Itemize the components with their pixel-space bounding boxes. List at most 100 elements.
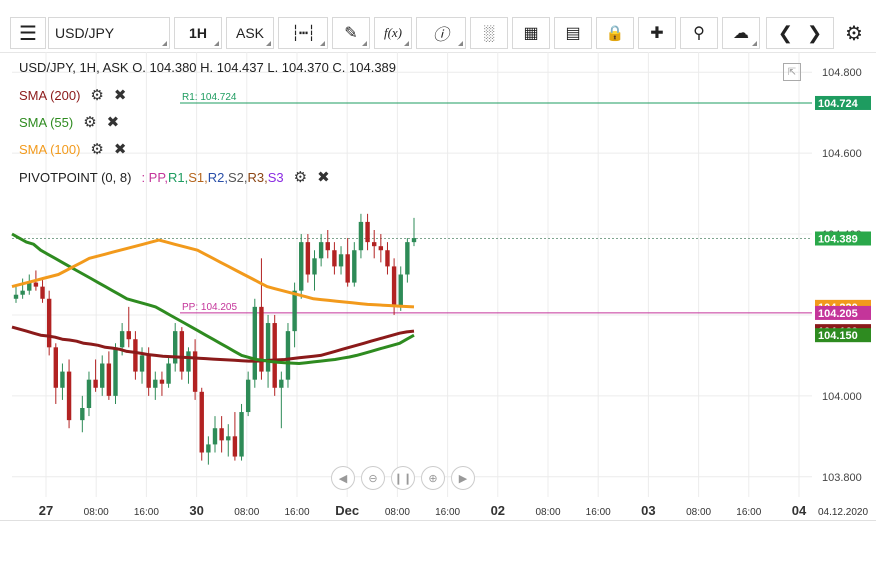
candle-body bbox=[372, 242, 377, 247]
pivot-legend-pp: : PP, bbox=[141, 169, 168, 185]
x-end-date-label: 04.12.2020 bbox=[818, 507, 868, 518]
pivot-legend-r3: R3, bbox=[247, 169, 268, 185]
x-tick-label: 16:00 bbox=[284, 507, 309, 518]
close-icon[interactable]: ✖ bbox=[114, 140, 127, 158]
x-tick-label: 08:00 bbox=[234, 507, 259, 518]
gear-icon[interactable]: ⚙ bbox=[83, 113, 96, 131]
x-tick-label: 08:00 bbox=[535, 507, 560, 518]
indicator-sma55[interactable]: SMA (55) ⚙ ✖ bbox=[19, 113, 119, 131]
candle-body bbox=[378, 246, 384, 251]
y-tick-label: 104.800 bbox=[822, 67, 862, 79]
candle-body bbox=[173, 331, 178, 364]
x-tick-label: 03 bbox=[641, 503, 655, 518]
close-icon[interactable]: ✖ bbox=[107, 113, 120, 131]
x-tick-label: 16:00 bbox=[586, 507, 611, 518]
candle-body bbox=[139, 355, 145, 372]
pivot-level-label: R1: 104.724 bbox=[182, 92, 237, 103]
candle-body bbox=[252, 306, 257, 380]
candle-body bbox=[391, 266, 397, 307]
x-tick-label: 04 bbox=[792, 503, 807, 518]
candle-body bbox=[285, 331, 291, 380]
indicator-label: SMA (55) bbox=[19, 114, 74, 130]
candle-body bbox=[385, 250, 390, 267]
x-tick-label: 16:00 bbox=[435, 507, 460, 518]
zoom-in-button[interactable]: ⊕ bbox=[421, 466, 445, 490]
candle-body bbox=[113, 347, 118, 396]
candle-body bbox=[159, 379, 165, 384]
candle-body bbox=[179, 331, 185, 372]
candle-body bbox=[206, 444, 211, 453]
candle-body bbox=[279, 379, 284, 388]
y-tick-label: 104.000 bbox=[822, 391, 862, 403]
x-tick-label: 16:00 bbox=[134, 507, 159, 518]
candle-body bbox=[93, 379, 98, 388]
candle-body bbox=[411, 238, 417, 243]
expand-icon[interactable]: ⇱ bbox=[783, 63, 801, 81]
candle-body bbox=[325, 242, 330, 251]
price-badge-label: 104.724 bbox=[818, 98, 859, 110]
candle-body bbox=[292, 290, 297, 332]
candle-body bbox=[106, 363, 112, 396]
candle-body bbox=[398, 274, 403, 307]
x-tick-label: 30 bbox=[189, 503, 203, 518]
candle-body bbox=[345, 254, 350, 283]
candle-body bbox=[146, 355, 151, 388]
candle-body bbox=[219, 428, 224, 441]
ohlc-readout: USD/JPY, 1H, ASK O. 104.380 H. 104.437 L… bbox=[19, 60, 397, 75]
candle-body bbox=[226, 436, 231, 441]
price-badge-label: 104.205 bbox=[818, 308, 858, 320]
chart-navigation: ◀ ⊖ ❙❙ ⊕ ▶ bbox=[331, 466, 475, 490]
candle-body bbox=[126, 331, 131, 340]
pivot-legend-r1: R1, bbox=[167, 169, 189, 185]
close-icon[interactable]: ✖ bbox=[317, 168, 330, 186]
x-tick-label: 08:00 bbox=[84, 507, 109, 518]
pivot-legend-s3: S3 bbox=[267, 169, 284, 185]
candle-body bbox=[265, 323, 271, 372]
candle-body bbox=[60, 371, 65, 388]
pivot-legend-r2: R2, bbox=[207, 169, 228, 185]
x-tick-label: 16:00 bbox=[736, 507, 761, 518]
candle-body bbox=[166, 363, 171, 384]
candle-body bbox=[299, 242, 304, 291]
zoom-out-button[interactable]: ⊖ bbox=[361, 466, 385, 490]
candle-body bbox=[86, 379, 92, 408]
y-tick-label: 104.600 bbox=[822, 148, 862, 160]
indicator-sma200[interactable]: SMA (200) ⚙ ✖ bbox=[19, 86, 126, 104]
candle-body bbox=[119, 331, 125, 348]
reset-view-button[interactable]: ❙❙ bbox=[391, 466, 415, 490]
candle-body bbox=[212, 428, 218, 445]
candle-body bbox=[365, 221, 370, 243]
indicator-sma100[interactable]: SMA (100) ⚙ ✖ bbox=[19, 140, 126, 158]
scroll-right-button[interactable]: ▶ bbox=[451, 466, 475, 490]
candle-body bbox=[153, 379, 158, 388]
indicator-pivotpoint[interactable]: PIVOTPOINT (0, 8) : PP, R1, S1, R2, S2, … bbox=[19, 168, 330, 186]
x-tick-label: 08:00 bbox=[686, 507, 711, 518]
candle-body bbox=[332, 250, 337, 267]
gear-icon[interactable]: ⚙ bbox=[90, 140, 103, 158]
candle-body bbox=[338, 254, 344, 267]
gear-icon[interactable]: ⚙ bbox=[294, 168, 307, 186]
candle-body bbox=[312, 258, 317, 275]
price-badge-label: 104.389 bbox=[818, 233, 858, 245]
navigator-strip[interactable] bbox=[0, 520, 876, 574]
close-icon[interactable]: ✖ bbox=[114, 86, 127, 104]
candle-body bbox=[245, 379, 251, 413]
candle-body bbox=[232, 436, 238, 457]
pivot-legend-s1: S1, bbox=[188, 169, 208, 185]
candle-body bbox=[40, 286, 45, 299]
candle-body bbox=[13, 294, 19, 299]
candle-body bbox=[80, 408, 85, 421]
candle-body bbox=[352, 250, 357, 283]
x-tick-label: 02 bbox=[491, 503, 505, 518]
candle-body bbox=[66, 371, 72, 421]
gear-icon[interactable]: ⚙ bbox=[90, 86, 103, 104]
indicator-label: PIVOTPOINT (0, 8) bbox=[19, 169, 132, 185]
pivot-level-label: PP: 104.205 bbox=[182, 302, 237, 313]
indicator-label: SMA (100) bbox=[19, 141, 81, 157]
x-tick-label: 08:00 bbox=[385, 507, 410, 518]
scroll-left-button[interactable]: ◀ bbox=[331, 466, 355, 490]
candle-body bbox=[405, 242, 410, 275]
candle-body bbox=[199, 391, 204, 453]
indicator-label: SMA (200) bbox=[19, 87, 81, 103]
candle-body bbox=[20, 290, 25, 295]
